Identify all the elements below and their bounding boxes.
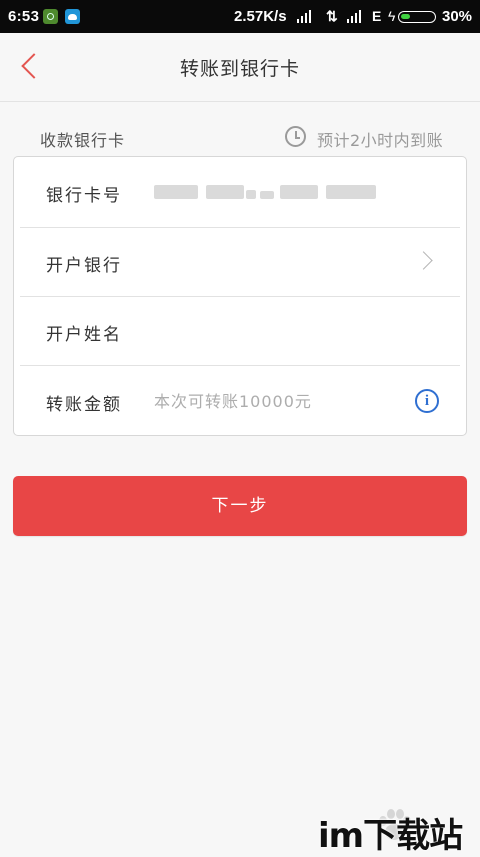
bank-card-form: 银行卡号 开户银行 开户姓名 转账金额 i [13, 156, 467, 436]
title-bar: 转账到银行卡 [0, 33, 480, 102]
page-title: 转账到银行卡 [179, 58, 300, 80]
section-header: 收款银行卡 预计2小时内到账 [0, 120, 480, 154]
bank-select[interactable] [14, 227, 466, 295]
card-number-row: 银行卡号 [14, 157, 466, 225]
section-title: 收款银行卡 [40, 131, 126, 150]
clock-icon [285, 126, 306, 147]
signal-icon [297, 10, 314, 23]
card-number-field-masked[interactable] [154, 185, 376, 199]
network-type: E [372, 8, 382, 24]
card-number-label: 银行卡号 [46, 186, 122, 206]
charging-icon: ϟ [388, 8, 396, 24]
network-speed: 2.57K/s [234, 8, 287, 25]
battery-icon [398, 11, 436, 23]
android-notification-icon [43, 9, 58, 24]
site-watermark: im下载站 [318, 816, 463, 856]
data-transfer-icon: ⇅ [326, 8, 338, 24]
name-row[interactable]: 开户姓名 [14, 296, 466, 364]
status-time: 6:53 [8, 8, 40, 25]
signal-icon-2 [347, 10, 364, 23]
amount-label: 转账金额 [46, 395, 122, 415]
info-icon[interactable]: i [415, 389, 439, 413]
amount-row: 转账金额 i [14, 366, 466, 434]
amount-input[interactable] [154, 386, 394, 416]
next-step-button[interactable]: 下一步 [13, 476, 467, 536]
status-bar: 6:53 2.57K/s ⇅ E ϟ 30% [0, 0, 480, 33]
bank-row[interactable]: 开户银行 [14, 227, 466, 295]
battery-percent: 30% [442, 8, 473, 25]
app-notification-icon [65, 9, 80, 24]
arrival-estimate: 预计2小时内到账 [317, 131, 444, 150]
name-field[interactable] [14, 296, 466, 364]
